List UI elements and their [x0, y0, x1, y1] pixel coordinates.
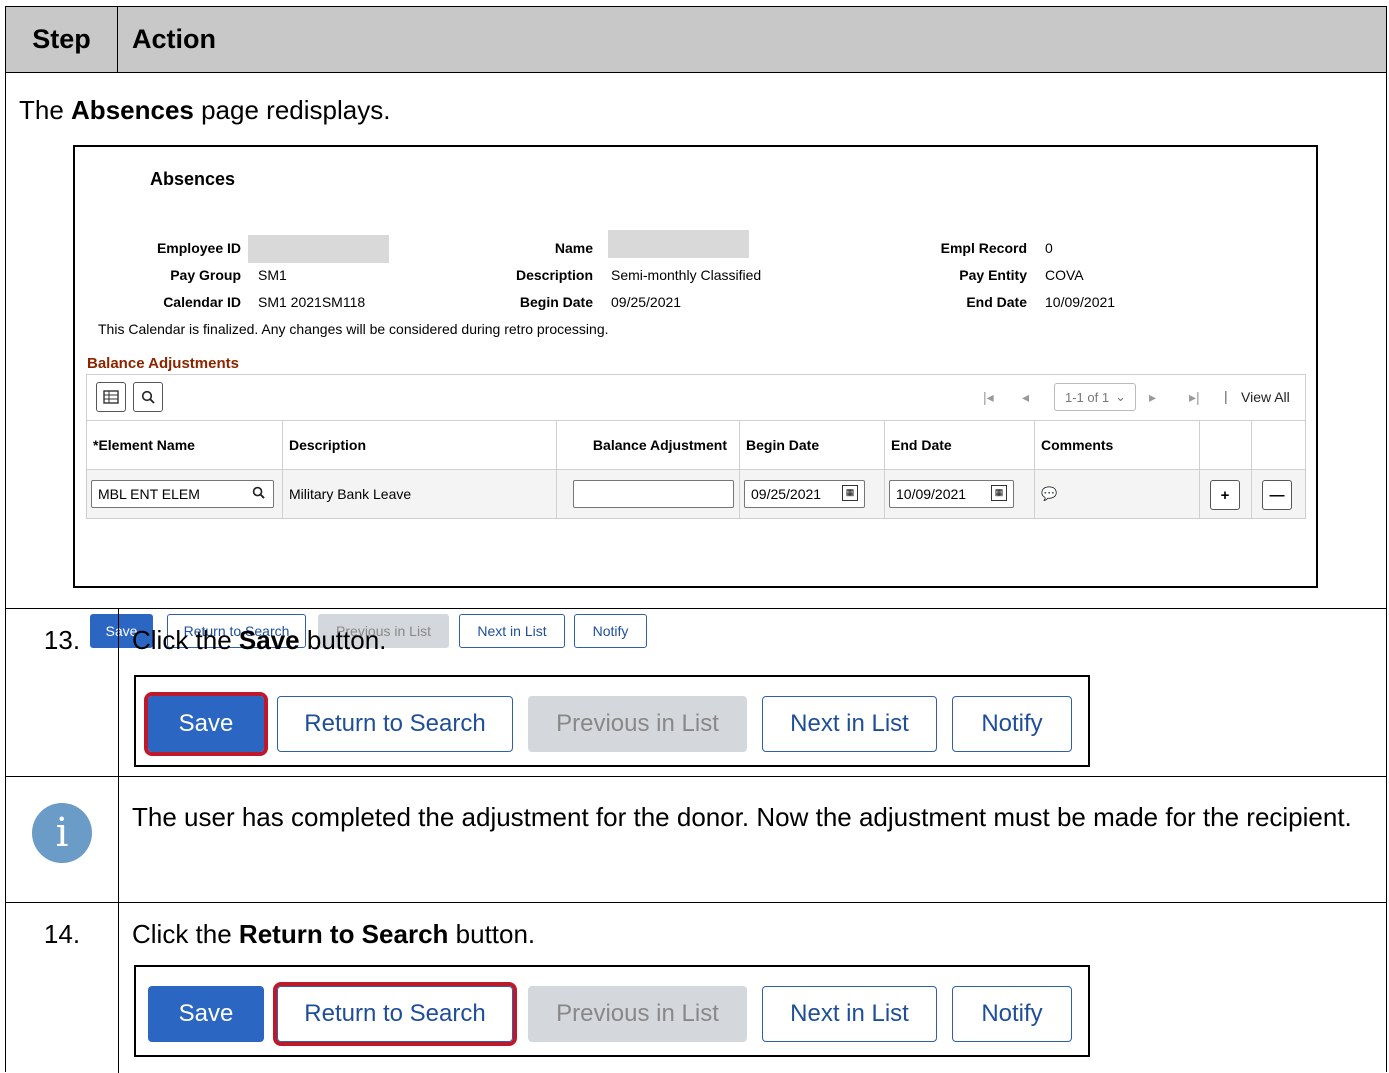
col-description: Description [283, 421, 557, 469]
previous-in-list-button: Previous in List [528, 986, 747, 1042]
calendar-icon[interactable]: ▦ [991, 485, 1007, 501]
first-page-icon[interactable]: |◂ [983, 389, 994, 406]
cell-element-name: MBL ENT ELEM [87, 470, 283, 518]
table-row: MBL ENT ELEM Military Bank Leave 09/25/2… [87, 470, 1305, 518]
step-instruction: Click the Save button. [132, 625, 387, 655]
comment-icon[interactable]: 💬 [1035, 470, 1200, 518]
save-button[interactable]: Save [144, 692, 268, 756]
info-text: The user has completed the adjustment fo… [132, 802, 1352, 832]
element-name-input[interactable]: MBL ENT ELEM [91, 480, 274, 508]
search-icon[interactable] [133, 382, 163, 412]
table-header: Step Action [6, 7, 1386, 73]
cell-balance-adjustment [557, 470, 740, 518]
last-page-icon[interactable]: ▸| [1189, 389, 1200, 406]
button-bar-screenshot: Save Return to Search Previous in List N… [134, 675, 1090, 767]
name-redacted [608, 230, 749, 258]
description-label: Description [515, 267, 593, 283]
grid-header-row: *Element Name Description Balance Adjust… [87, 420, 1305, 470]
intro-row: The Absences page redisplays. Absences E… [6, 73, 1386, 648]
step-instruction: Click the Return to Search button. [132, 919, 536, 949]
calendar-id-label: Calendar ID [163, 294, 241, 310]
step-number: 14. [6, 903, 119, 1073]
info-icon: i [32, 803, 92, 863]
end-date-label: End Date [966, 294, 1027, 310]
previous-page-icon[interactable]: ◂ [1022, 389, 1029, 406]
lookup-search-icon[interactable] [252, 486, 265, 502]
save-button[interactable]: Save [148, 986, 264, 1042]
employee-id-redacted [248, 235, 389, 263]
grid-icon[interactable] [96, 382, 126, 412]
notify-button[interactable]: Notify [952, 986, 1072, 1042]
empl-record-label: Empl Record [940, 240, 1027, 256]
pager-separator: | [1224, 388, 1228, 404]
description-value: Semi-monthly Classified [611, 267, 762, 283]
empl-record-value: 0 [1045, 240, 1053, 256]
notify-button[interactable]: Notify [952, 696, 1072, 752]
header-step: Step [6, 7, 118, 72]
return-to-search-button[interactable]: Return to Search [273, 982, 517, 1046]
begin-date-label: Begin Date [519, 294, 593, 310]
col-add [1200, 421, 1252, 469]
begin-date-input[interactable]: 09/25/2021 ▦ [744, 480, 865, 508]
cell-add: + [1200, 470, 1252, 518]
section-title: Balance Adjustments [87, 355, 239, 372]
employee-id-label: Employee ID [156, 240, 241, 256]
intro-text: The Absences page redisplays. [19, 95, 391, 125]
col-begin-date: Begin Date [740, 421, 885, 469]
next-in-list-button[interactable]: Next in List [762, 696, 937, 752]
step-action-table: Step Action The Absences page redisplays… [5, 6, 1387, 1073]
calendar-id-value: SM1 2021SM118 [258, 294, 366, 310]
col-end-date: End Date [885, 421, 1035, 469]
balance-adjustments-grid: |◂ ◂ 1-1 of 1 ⌄ ▸ ▸| | View All *Element … [86, 374, 1306, 519]
step-number: 13. [6, 609, 119, 776]
col-element-name: *Element Name [87, 421, 283, 469]
info-cell: i [6, 777, 119, 902]
balance-adjustment-input[interactable] [573, 480, 734, 508]
next-page-icon[interactable]: ▸ [1149, 389, 1156, 406]
col-balance-adjustment: Balance Adjustment [557, 421, 740, 469]
name-label: Name [554, 240, 593, 256]
page-range-select[interactable]: 1-1 of 1 ⌄ [1054, 383, 1136, 411]
step-14-row: 14. Click the Return to Search button. S… [6, 903, 1386, 1073]
pay-group-value: SM1 [258, 267, 287, 283]
end-date-value: 10/09/2021 [1045, 294, 1116, 310]
absences-screenshot: Absences Employee ID Name Empl Record 0 … [73, 145, 1318, 648]
calendar-icon[interactable]: ▦ [842, 485, 858, 501]
end-date-input[interactable]: 10/09/2021 ▦ [889, 480, 1014, 508]
cell-delete: — [1252, 470, 1307, 518]
delete-row-icon[interactable]: — [1262, 480, 1292, 510]
cell-description: Military Bank Leave [283, 470, 557, 518]
cell-end-date: 10/09/2021 ▦ [885, 470, 1035, 518]
pay-entity-label: Pay Entity [959, 267, 1027, 283]
pay-entity-value: COVA [1045, 267, 1084, 283]
previous-in-list-button: Previous in List [528, 696, 747, 752]
step-13-row: 13. Click the Save button. Save Return t… [6, 609, 1386, 777]
cell-begin-date: 09/25/2021 ▦ [740, 470, 885, 518]
pay-group-label: Pay Group [170, 267, 241, 283]
page-title: Absences [150, 169, 236, 189]
calendar-notice: This Calendar is finalized. Any changes … [98, 321, 609, 337]
info-row: i The user has completed the adjustment … [6, 777, 1386, 903]
header-action: Action [132, 24, 216, 54]
return-to-search-button[interactable]: Return to Search [277, 696, 513, 752]
view-all-link[interactable]: View All [1241, 389, 1290, 405]
next-in-list-button[interactable]: Next in List [762, 986, 937, 1042]
begin-date-value: 09/25/2021 [611, 294, 682, 310]
add-row-icon[interactable]: + [1210, 480, 1240, 510]
button-bar-screenshot: Save Return to Search Previous in List N… [134, 965, 1090, 1057]
col-comments: Comments [1035, 421, 1200, 469]
